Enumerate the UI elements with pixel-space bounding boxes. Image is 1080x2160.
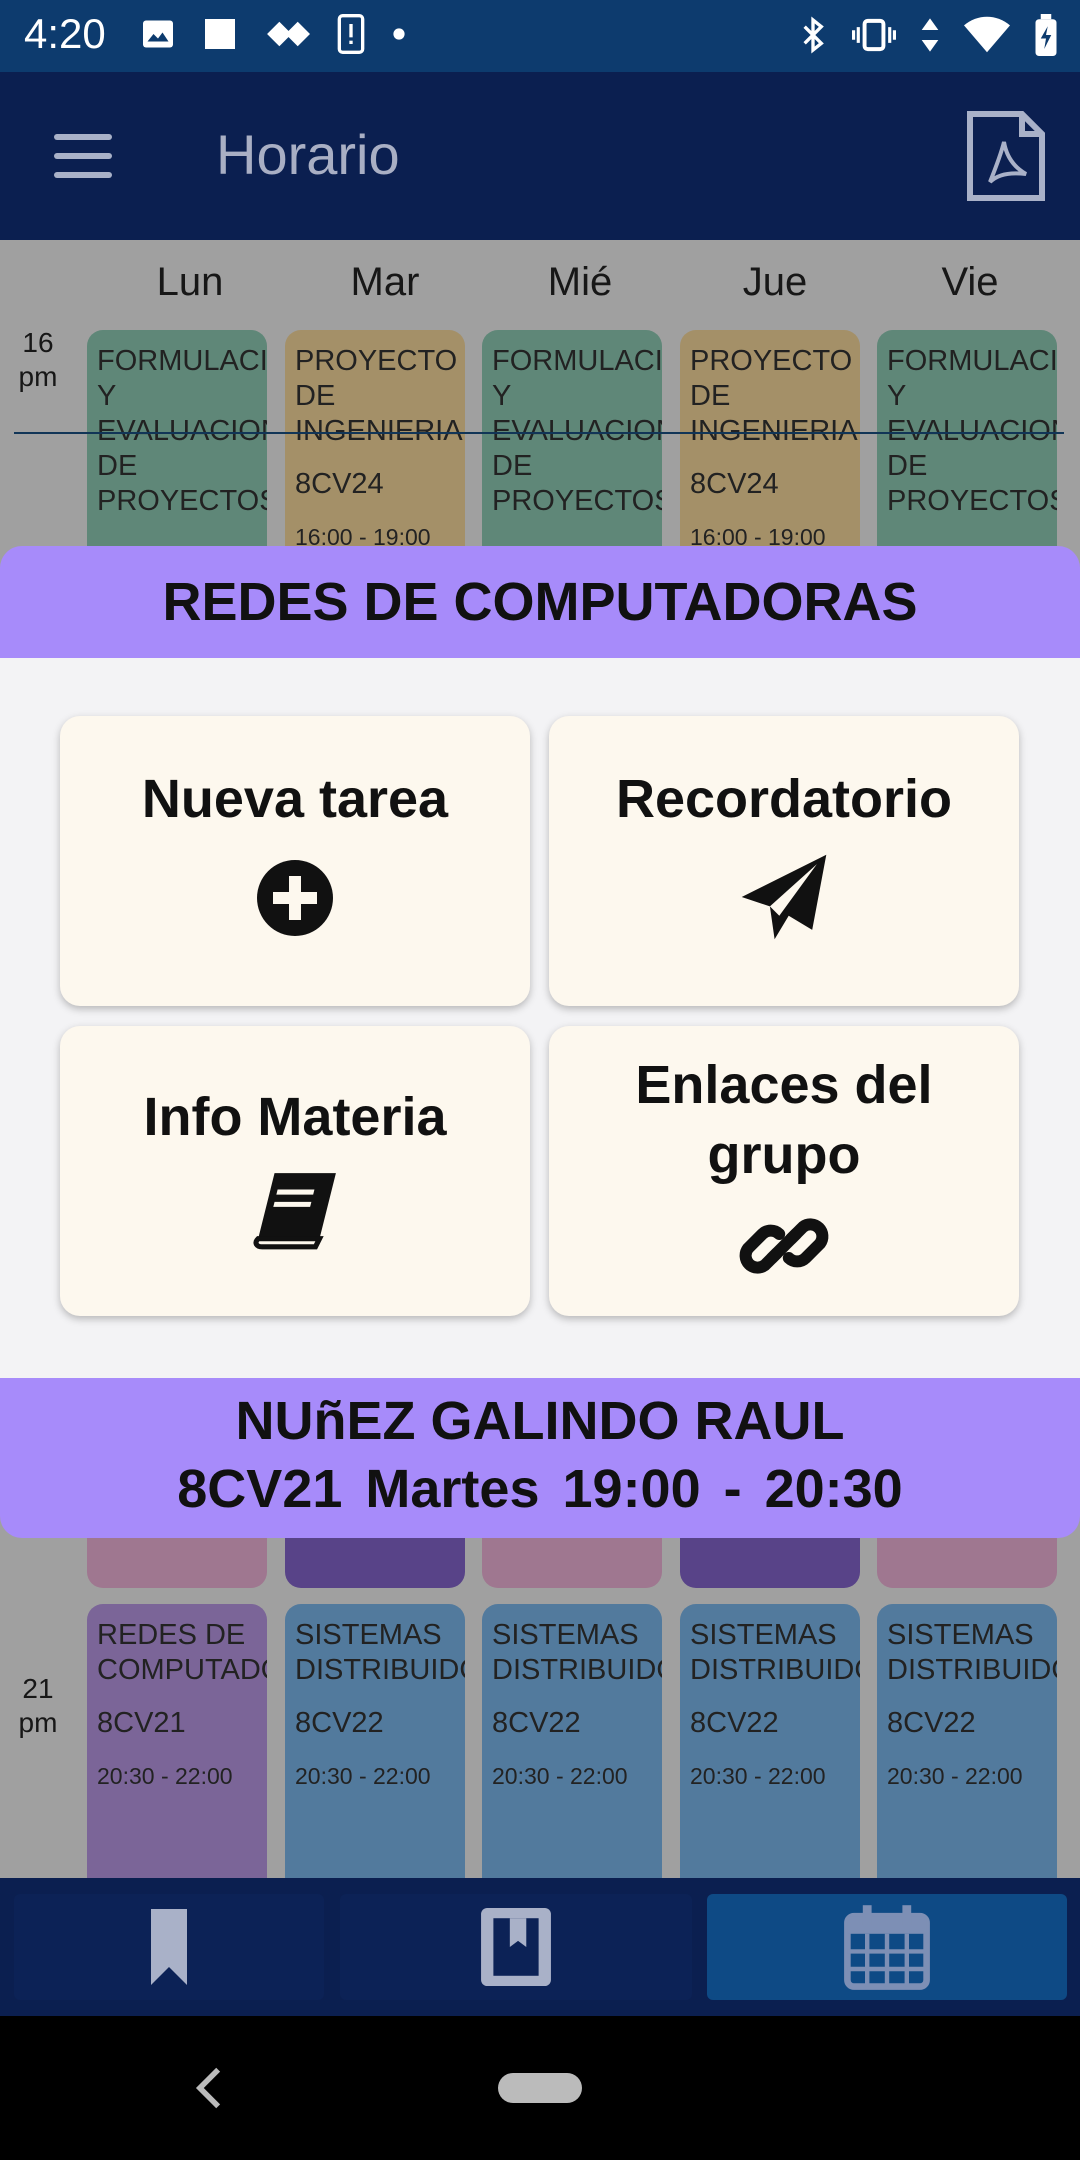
reminder-label: Recordatorio (615, 769, 953, 829)
link-icon (739, 1218, 829, 1274)
modal-actions: Nueva tarea Recordatorio Info Materia En… (0, 658, 1080, 1378)
image-notification-icon (143, 20, 173, 48)
bluetooth-icon (803, 16, 824, 54)
group-links-label-1: Enlaces del (635, 1055, 933, 1115)
status-time: 4:20 (24, 10, 106, 57)
nav-bookmarks-tab[interactable] (14, 1894, 324, 2000)
subject-info-label: Info Materia (143, 1087, 447, 1147)
diamond-notification-icon (267, 21, 310, 47)
paper-plane-icon (741, 854, 827, 940)
reminder-button[interactable]: Recordatorio (549, 716, 1019, 1006)
status-bar: 4:20 (0, 0, 1080, 72)
class-time-range: 19:00 - 20:30 (562, 1459, 903, 1519)
new-task-button[interactable]: Nueva tarea (60, 716, 530, 1006)
modal-header: REDES DE COMPUTADORAS (0, 546, 1080, 658)
group-links-label-2: grupo (707, 1125, 861, 1185)
class-details: 8CV21 Martes 19:00 - 20:30 (0, 1458, 1080, 1520)
dot-notification-icon (393, 28, 405, 40)
group-code: 8CV21 (177, 1459, 343, 1519)
battery-icon (1035, 14, 1057, 56)
page-title: Horario (216, 123, 400, 186)
nav-schedule-tab[interactable] (707, 1894, 1067, 2000)
menu-icon[interactable] (54, 134, 112, 178)
subject-info-button[interactable]: Info Materia (60, 1026, 530, 1316)
vibrate-icon (852, 18, 896, 52)
back-icon[interactable] (194, 2066, 224, 2110)
phone-alert-icon (337, 14, 365, 54)
teacher-name: NUñEZ GALINDO RAUL (235, 1391, 845, 1451)
calendar-icon (844, 1905, 930, 1990)
class-day: Martes (365, 1459, 540, 1519)
system-navigation-bar (0, 2016, 1080, 2160)
book-icon (253, 1173, 336, 1250)
data-transfer-icon (921, 18, 939, 52)
home-pill-icon[interactable] (498, 2073, 582, 2103)
wifi-icon (964, 16, 1010, 53)
app-bar: Horario (0, 72, 1080, 240)
group-links-button[interactable]: Enlaces del grupo (549, 1026, 1019, 1316)
modal-footer: NUñEZ GALINDO RAUL 8CV21 Martes 19:00 - … (0, 1378, 1080, 1538)
pdf-export-icon[interactable] (966, 110, 1046, 202)
new-task-label: Nueva tarea (141, 769, 449, 829)
bottom-navigation (0, 1878, 1080, 2016)
nav-notebook-tab[interactable] (340, 1894, 692, 2000)
bookmark-icon (151, 1909, 187, 1985)
notebook-icon (481, 1907, 551, 1987)
plus-circle-icon (257, 860, 333, 936)
square-notification-icon (205, 19, 235, 49)
modal-subject-title: REDES DE COMPUTADORAS (162, 572, 918, 632)
